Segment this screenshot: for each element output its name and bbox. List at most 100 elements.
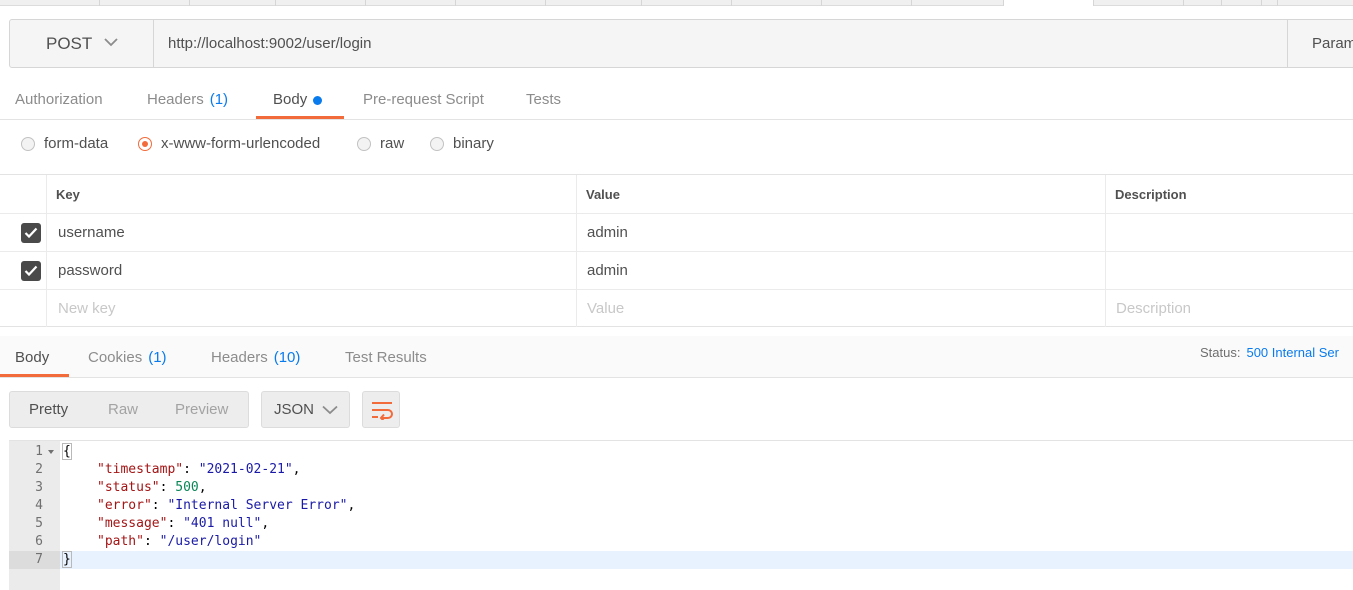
json-trail: , [261,516,270,531]
new-key-input[interactable]: New key [46,290,577,327]
method-select[interactable]: POST [10,20,154,67]
column-header-value: Value [576,175,1106,213]
radio-form-data[interactable]: form-data [21,135,108,152]
code-line: 5 "message": "401 null", [9,515,1353,533]
radio-circle-icon [357,136,371,151]
status-value[interactable]: 500 Internal Ser [1246,345,1339,360]
key-cell[interactable]: username [46,214,577,251]
radio-circle-icon [430,136,444,151]
request-tab[interactable] [642,0,732,6]
chevron-down-icon [322,405,338,415]
table-header-row: Key Value Description [0,175,1353,214]
line-number: 3 [35,480,43,495]
code-line-active: 7 } [9,551,1353,569]
radio-selected-icon [138,136,152,151]
request-tab[interactable] [100,0,190,6]
line-number: 5 [35,516,43,531]
new-description-input[interactable]: Description [1105,290,1353,327]
tab-label: Headers [147,91,204,108]
tab-count: (1) [209,91,229,108]
row-checkbox[interactable] [21,261,41,281]
json-value: "2021-02-21" [198,462,293,477]
wrap-lines-button[interactable] [362,391,400,428]
tab-test-results[interactable]: Test Results [345,336,427,378]
fold-toggle-icon[interactable] [48,450,54,454]
params-table: Key Value Description username admin pas… [0,174,1353,327]
json-value: "401 null" [183,516,262,531]
radio-label: binary [453,135,494,152]
params-label: Param [1312,35,1353,52]
format-preview-button[interactable]: Preview [175,392,228,427]
description-cell[interactable] [1105,252,1353,289]
json-key: "timestamp" [97,462,184,477]
tab-label: Tests [526,91,562,108]
tab-authorization[interactable]: Authorization [15,80,103,120]
request-tab[interactable] [1222,0,1262,6]
code-line: 2 "timestamp": "2021-02-21", [9,461,1353,479]
params-button[interactable]: Param [1287,20,1353,67]
table-row: username admin [0,214,1353,252]
response-body-editor[interactable]: 1 { 2 "timestamp": "2021-02-21", 3 "stat… [9,440,1353,590]
url-input[interactable]: http://localhost:9002/user/login [155,20,1287,67]
json-trail: , [347,498,356,513]
json-trail: , [292,462,301,477]
description-cell[interactable] [1105,214,1353,251]
request-tab[interactable] [1094,0,1184,6]
tab-headers[interactable]: Headers (1) [147,80,228,120]
request-tab[interactable] [276,0,366,6]
tab-count: (10) [273,349,301,366]
tab-label: Test Results [345,349,427,366]
radio-binary[interactable]: binary [430,135,494,152]
line-number: 7 [9,551,60,569]
request-tab-active[interactable] [1004,0,1094,6]
request-tab[interactable] [546,0,642,6]
request-tab[interactable] [912,0,1004,6]
tab-response-headers[interactable]: Headers (10) [211,336,300,378]
tab-pre-request-script[interactable]: Pre-request Script [363,80,484,120]
open-brace: { [62,443,72,460]
line-number: 4 [35,498,43,513]
json-value: "Internal Server Error" [167,498,348,513]
text-cursor [70,551,72,566]
table-new-row: New key Value Description [0,290,1353,327]
tab-cookies[interactable]: Cookies (1) [88,336,167,378]
tab-body[interactable]: Body [256,80,344,120]
request-tab[interactable] [822,0,912,6]
url-text: http://localhost:9002/user/login [168,35,372,52]
row-checkbox[interactable] [21,223,41,243]
radio-circle-icon [21,136,35,151]
tab-label: Body [15,349,50,366]
code-line: 6 "path": "/user/login" [9,533,1353,551]
json-key: "message" [97,516,168,531]
language-label: JSON [274,401,315,418]
request-tab[interactable] [190,0,276,6]
tab-count: (1) [148,349,167,366]
table-row: password admin [0,252,1353,290]
new-value-input[interactable]: Value [576,290,1106,327]
language-select[interactable]: JSON [261,391,350,428]
radio-raw[interactable]: raw [357,135,404,152]
json-key: "status" [97,480,160,495]
method-label: POST [46,33,93,53]
request-tab[interactable] [1262,0,1278,6]
body-type-options: form-data x-www-form-urlencoded raw bina… [0,130,1353,160]
format-pretty-button[interactable]: Pretty [29,392,68,427]
code-line: 3 "status": 500, [9,479,1353,497]
value-cell[interactable]: admin [576,252,1106,289]
value-cell[interactable]: admin [576,214,1106,251]
json-key: "error" [97,498,152,513]
response-section-tabs: Body Cookies (1) Headers (10) Test Resul… [0,336,1353,378]
format-raw-button[interactable]: Raw [108,392,138,427]
request-tab[interactable] [1184,0,1222,6]
request-tab[interactable] [456,0,546,6]
radio-x-www-form-urlencoded[interactable]: x-www-form-urlencoded [138,135,320,152]
chevron-down-icon [104,38,118,47]
request-tab[interactable] [366,0,456,6]
request-tab[interactable] [732,0,822,6]
json-key: "path" [97,534,144,549]
tab-response-body[interactable]: Body [0,336,69,378]
key-cell[interactable]: password [46,252,577,289]
tab-tests[interactable]: Tests [526,80,561,120]
request-tab-strip [0,0,1353,6]
request-tab[interactable] [12,0,100,6]
